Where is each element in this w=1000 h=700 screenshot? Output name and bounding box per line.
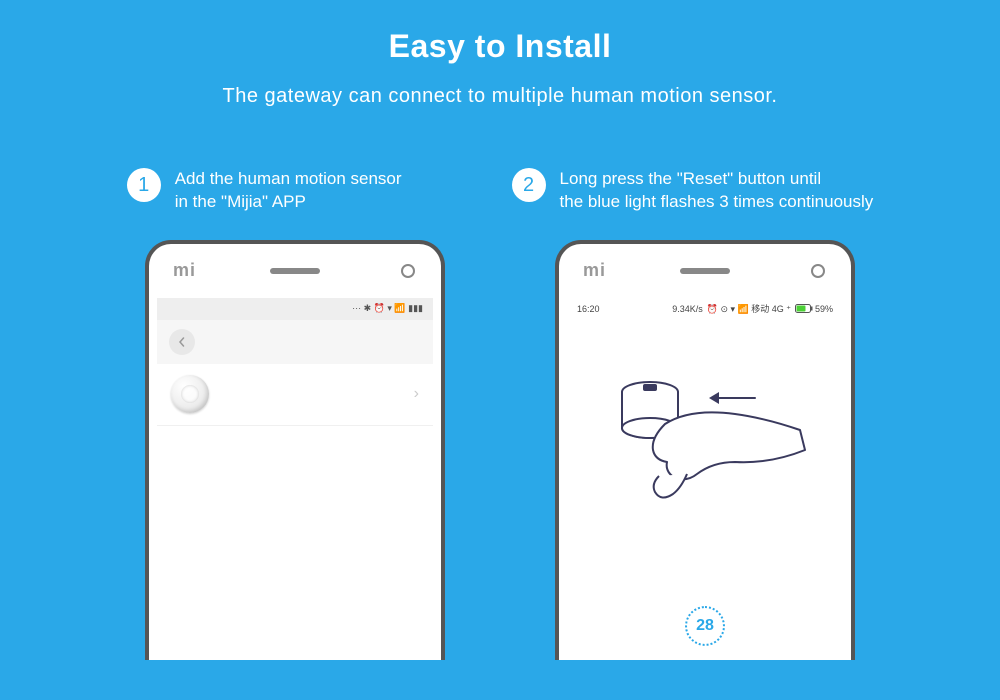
battery-text: 59% [815,304,833,314]
back-button[interactable] [169,329,195,355]
status-icons: ⏰ ⊙ ▾ 📶 移动 4G ⁺ [707,302,791,315]
phone-mockup-2: mi 16:20 9.34K/s ⏰ ⊙ ▾ 📶 移动 4G ⁺ 59% [555,240,855,660]
phone-mockup-1: mi ··· ✱ ⏰ ▾ 📶 ▮▮▮ › [145,240,445,660]
status-icons: ··· ✱ ⏰ ▾ 📶 ▮▮▮ [352,303,423,314]
page-title: Easy to Install [0,0,1000,65]
step-2-badge: 2 [512,168,546,202]
phones-row: mi ··· ✱ ⏰ ▾ 📶 ▮▮▮ › mi [0,240,1000,660]
front-camera-icon [811,264,825,278]
chevron-right-icon: › [414,385,419,403]
device-list-item[interactable]: › [157,364,433,426]
step-1: 1 Add the human motion sensor in the "Mi… [127,168,402,214]
speaker-slot [680,268,730,274]
phone-1-bezel: mi [149,244,441,298]
phone-1-screen: ··· ✱ ⏰ ▾ 📶 ▮▮▮ › [157,298,433,658]
countdown-badge: 28 [685,606,725,646]
phone-1-statusbar: ··· ✱ ⏰ ▾ 📶 ▮▮▮ [157,298,433,320]
phone-2-statusbar: 16:20 9.34K/s ⏰ ⊙ ▾ 📶 移动 4G ⁺ 59% [567,298,843,320]
battery-icon: 59% [795,304,833,314]
step-1-badge: 1 [127,168,161,202]
step-2-text: Long press the "Reset" button until the … [560,168,874,214]
front-camera-icon [401,264,415,278]
phone-1-logo: mi [173,260,196,281]
reset-illustration [567,320,843,580]
motion-sensor-icon [171,375,209,413]
phone-2-screen: 16:20 9.34K/s ⏰ ⊙ ▾ 📶 移动 4G ⁺ 59% [567,298,843,658]
phone-2-bezel: mi [559,244,851,298]
chevron-left-icon [177,337,187,347]
status-netspeed: 9.34K/s [672,304,703,314]
phone-2-logo: mi [583,260,606,281]
steps-row: 1 Add the human motion sensor in the "Mi… [0,168,1000,214]
status-time: 16:20 [577,304,600,314]
step-2: 2 Long press the "Reset" button until th… [512,168,874,214]
nav-row [157,320,433,364]
speaker-slot [270,268,320,274]
hand-press-sensor-icon [595,354,815,524]
step-1-text: Add the human motion sensor in the "Miji… [175,168,402,214]
page-subtitle: The gateway can connect to multiple huma… [0,85,1000,108]
